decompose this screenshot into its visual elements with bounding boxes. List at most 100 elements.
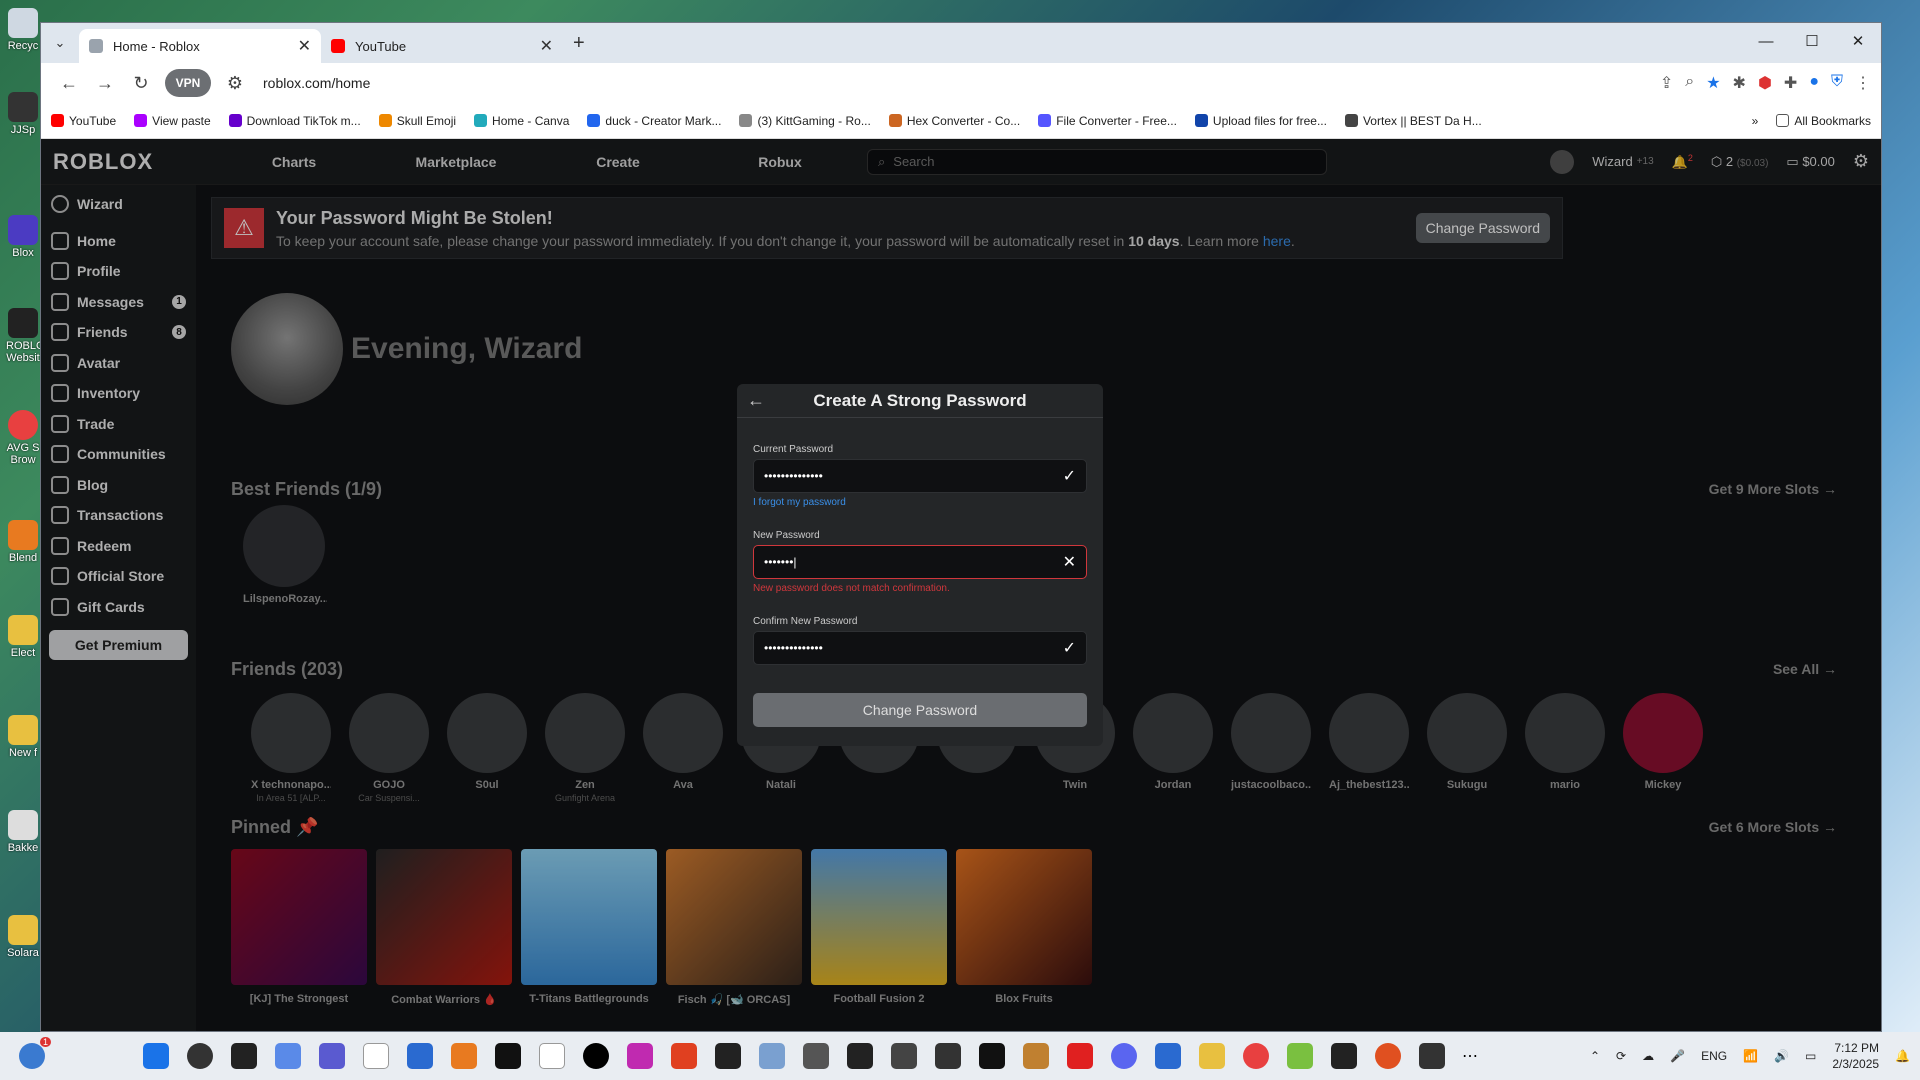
file-icon[interactable] [539, 1043, 565, 1069]
desktop-icon[interactable]: Recyc [6, 8, 40, 52]
start-icon[interactable] [143, 1043, 169, 1069]
notepad-icon[interactable] [363, 1043, 389, 1069]
app-icon[interactable] [451, 1043, 477, 1069]
heart-icon[interactable] [1067, 1043, 1093, 1069]
meta-icon[interactable] [715, 1043, 741, 1069]
url-input[interactable]: roblox.com/home [253, 75, 1660, 91]
desktop-icon[interactable]: Bakke [6, 810, 40, 854]
bookmark-star-icon[interactable]: ★ [1706, 73, 1720, 93]
bookmark-item[interactable]: duck - Creator Mark... [587, 114, 721, 128]
maximize-icon[interactable]: ☐ [1789, 23, 1835, 59]
new-password-label: New Password [753, 530, 820, 541]
tab-roblox[interactable]: Home - Roblox ✕ [79, 29, 321, 63]
bookmark-item[interactable]: YouTube [51, 114, 116, 128]
teams-icon[interactable] [319, 1043, 345, 1069]
reload-icon[interactable]: ↻ [123, 73, 159, 94]
minimize-icon[interactable]: — [1743, 23, 1789, 59]
desktop-icon[interactable]: New f [6, 715, 40, 759]
puzzle-icon[interactable]: ✚ [1784, 73, 1797, 93]
close-tab-icon[interactable]: ✕ [540, 36, 553, 56]
cloud-icon[interactable]: ☁ [1642, 1049, 1654, 1063]
more-bookmarks-icon[interactable]: » [1752, 114, 1759, 128]
app-icon[interactable] [759, 1043, 785, 1069]
tab-bar: ⌄ Home - Roblox ✕ YouTube ✕ + — ☐ ✕ [41, 23, 1881, 63]
app-icon[interactable] [979, 1043, 1005, 1069]
app-icon[interactable] [847, 1043, 873, 1069]
sync-icon[interactable]: ⟳ [1616, 1049, 1626, 1063]
search-icon[interactable] [187, 1043, 213, 1069]
close-window-icon[interactable]: ✕ [1835, 23, 1881, 59]
desktop-icon[interactable]: Elect [6, 615, 40, 659]
desktop-icon[interactable]: Solara [6, 915, 40, 959]
vpn-shield-icon[interactable]: ⛨ [1831, 73, 1843, 93]
tiktok-icon[interactable] [583, 1043, 609, 1069]
change-password-button[interactable]: Change Password [753, 693, 1087, 727]
extension-icon[interactable]: ✱ [1733, 73, 1746, 93]
menu-icon[interactable]: ⋮ [1855, 73, 1871, 93]
bookmarks-bar: YouTube View paste Download TikTok m... … [41, 103, 1881, 139]
address-bar: ← → ↻ VPN ⚙ roblox.com/home ⇪ ⌕ ★ ✱ ⬢ ✚ … [41, 63, 1881, 103]
desktop-icon[interactable]: JJSp [6, 92, 40, 136]
app-icon[interactable] [935, 1043, 961, 1069]
file-explorer-icon[interactable] [1199, 1043, 1225, 1069]
bookmark-item[interactable]: Skull Emoji [378, 114, 456, 128]
desktop-icon[interactable]: ROBLO Websit [6, 308, 45, 364]
epic-games-icon[interactable] [495, 1043, 521, 1069]
roblox-favicon-icon [89, 39, 103, 53]
desktop-icon[interactable]: Blend [6, 520, 40, 564]
app-icon[interactable] [1155, 1043, 1181, 1069]
app-icon[interactable] [1331, 1043, 1357, 1069]
desktop-icon[interactable]: Blox [6, 215, 40, 259]
bookmark-item[interactable]: Vortex || BEST Da H... [1344, 114, 1482, 128]
app-icon[interactable] [891, 1043, 917, 1069]
chrome-icon[interactable] [1243, 1043, 1269, 1069]
more-apps-icon[interactable]: ⋯ [1462, 1046, 1478, 1066]
battery-icon[interactable]: ▭ [1805, 1049, 1816, 1063]
task-view-icon[interactable] [231, 1043, 257, 1069]
bookmark-item[interactable]: View paste [134, 114, 211, 128]
confirm-password-input[interactable]: •••••••••••••• ✓ [753, 631, 1087, 665]
chevron-up-icon[interactable]: ⌃ [1590, 1049, 1600, 1063]
app-icon[interactable] [1023, 1043, 1049, 1069]
close-tab-icon[interactable]: ✕ [298, 36, 311, 56]
profile-icon[interactable]: ● [1809, 73, 1819, 93]
app-icon[interactable] [627, 1043, 653, 1069]
clock[interactable]: 7:12 PM 2/3/2025 [1832, 1040, 1879, 1072]
app-icon[interactable] [1287, 1043, 1313, 1069]
app-icon[interactable] [803, 1043, 829, 1069]
language-indicator[interactable]: ENG [1701, 1049, 1727, 1063]
tab-search-icon[interactable]: ⌄ [47, 30, 73, 56]
bookmark-item[interactable]: Hex Converter - Co... [888, 114, 1020, 128]
zoom-icon[interactable]: ⌕ [1685, 73, 1694, 93]
current-password-input[interactable]: •••••••••••••• ✓ [753, 459, 1087, 493]
app-icon[interactable] [1375, 1043, 1401, 1069]
bookmark-item[interactable]: Home - Canva [474, 114, 569, 128]
bookmark-item[interactable]: File Converter - Free... [1038, 114, 1177, 128]
bookmark-item[interactable]: Download TikTok m... [228, 114, 361, 128]
copilot-icon[interactable] [275, 1043, 301, 1069]
discord-icon[interactable] [1111, 1043, 1137, 1069]
volume-icon[interactable]: 🔊 [1774, 1049, 1789, 1063]
back-arrow-icon[interactable]: ← [747, 390, 765, 411]
site-info-icon[interactable]: ⚙ [217, 73, 253, 94]
bookmark-item[interactable]: Upload files for free... [1194, 114, 1327, 128]
new-tab-button[interactable]: + [573, 32, 585, 55]
microphone-icon[interactable]: 🎤 [1670, 1049, 1685, 1063]
app-icon[interactable] [671, 1043, 697, 1069]
desktop-icon[interactable]: AVG S Brow [6, 410, 40, 466]
wifi-icon[interactable]: 📶 [1743, 1049, 1758, 1063]
tab-youtube[interactable]: YouTube ✕ [321, 29, 563, 63]
notification-icon[interactable]: 🔔 [1895, 1049, 1910, 1063]
shield-extension-icon[interactable]: ⬢ [1758, 73, 1772, 93]
store-icon[interactable] [407, 1043, 433, 1069]
vpn-button[interactable]: VPN [165, 69, 211, 97]
new-password-input[interactable]: •••••••| ✕ [753, 545, 1087, 579]
app-icon[interactable] [1419, 1043, 1445, 1069]
share-icon[interactable]: ⇪ [1660, 73, 1673, 93]
bookmark-item[interactable]: (3) KittGaming - Ro... [739, 114, 871, 128]
back-icon[interactable]: ← [51, 73, 87, 94]
all-bookmarks-folder[interactable]: All Bookmarks [1776, 114, 1871, 128]
widgets-icon[interactable]: 1 [19, 1037, 51, 1069]
forgot-password-link[interactable]: I forgot my password [753, 497, 1087, 508]
forward-icon[interactable]: → [87, 73, 123, 94]
